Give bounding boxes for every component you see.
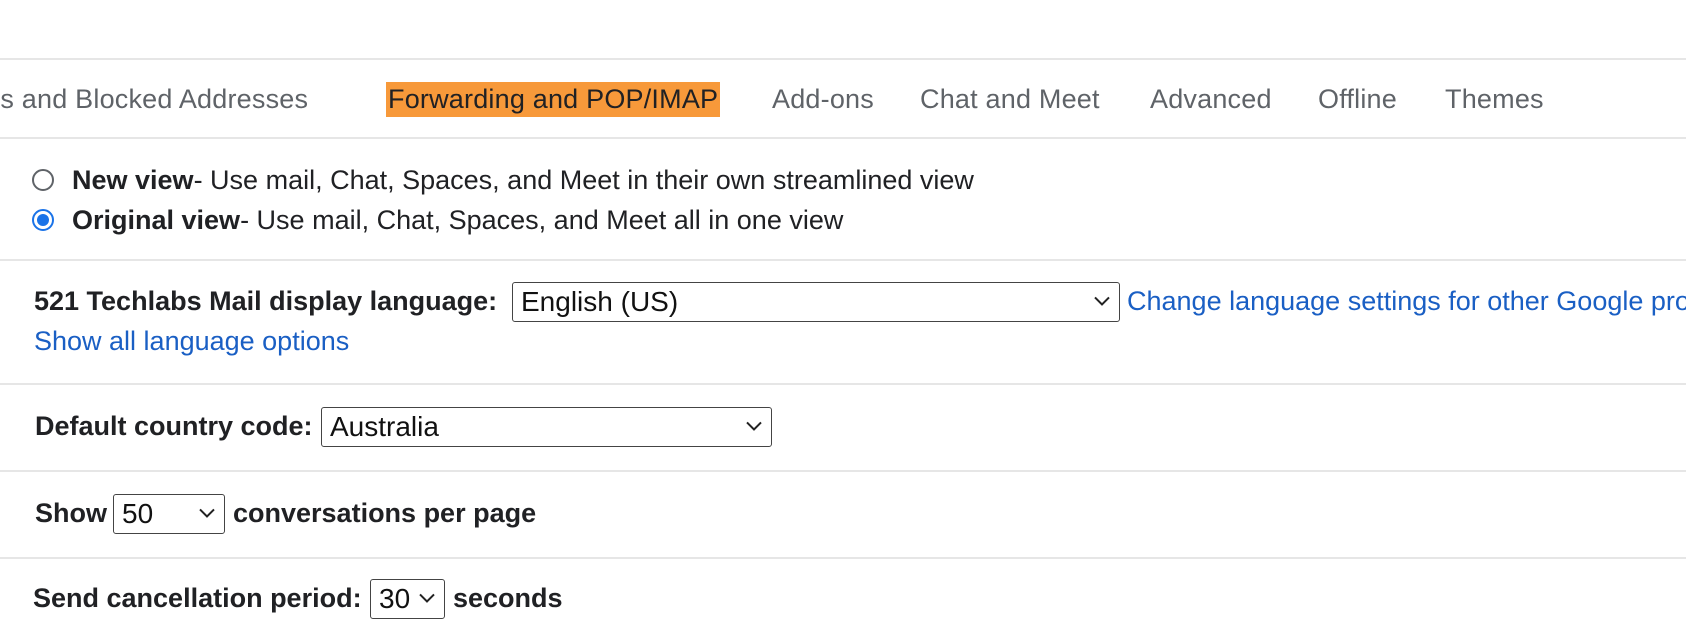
original-view-radio[interactable] [32, 209, 54, 231]
undo-send-select[interactable]: 30 [370, 579, 445, 619]
original-view-description: - Use mail, Chat, Spaces, and Meet all i… [240, 204, 844, 235]
page-size-suffix: conversations per page [233, 498, 537, 528]
tab-forwarding-pop-imap[interactable]: Forwarding and POP/IMAP [386, 82, 721, 117]
original-view-option[interactable]: Original view - Use mail, Chat, Spaces, … [32, 200, 843, 240]
tab-chat-and-meet[interactable]: Chat and Meet [920, 82, 1100, 117]
new-view-title: New view [72, 164, 194, 195]
undo-send-label: Send cancellation period: [33, 583, 362, 613]
country-code-select[interactable]: Australia [321, 407, 772, 447]
original-view-title: Original view [72, 204, 241, 235]
tab-themes[interactable]: Themes [1445, 82, 1544, 117]
tab-offline[interactable]: Offline [1318, 82, 1397, 117]
page-size-divider [0, 557, 1686, 559]
change-language-link[interactable]: Change language settings for other Googl… [1127, 286, 1686, 317]
chevron-down-icon [1094, 296, 1110, 306]
new-view-option[interactable]: New view - Use mail, Chat, Spaces, and M… [32, 160, 974, 200]
chevron-down-icon [746, 421, 762, 431]
display-language-label: 521 Techlabs Mail display language: [34, 286, 498, 316]
tab-add-ons[interactable]: Add-ons [772, 82, 874, 117]
chevron-down-icon [199, 508, 215, 518]
top-divider [0, 58, 1686, 60]
view-divider [0, 259, 1686, 261]
country-code-label: Default country code: [35, 411, 313, 441]
tab-filters-blocked[interactable]: ers and Blocked Addresses [0, 82, 308, 117]
page-size-value: 50 [122, 498, 154, 529]
tab-advanced[interactable]: Advanced [1150, 82, 1272, 117]
new-view-radio[interactable] [32, 169, 54, 191]
language-divider [0, 383, 1686, 385]
country-divider [0, 470, 1686, 472]
show-all-languages-link[interactable]: Show all language options [34, 326, 349, 357]
undo-send-value: 30 [379, 583, 411, 614]
display-language-value: English (US) [521, 286, 679, 317]
page-size-select[interactable]: 50 [113, 494, 225, 534]
display-language-select[interactable]: English (US) [512, 282, 1120, 322]
page-size-prefix: Show [35, 498, 107, 528]
tabs-divider [0, 137, 1686, 139]
chevron-down-icon [419, 593, 435, 603]
new-view-description: - Use mail, Chat, Spaces, and Meet in th… [193, 164, 974, 195]
country-code-value: Australia [330, 411, 439, 442]
undo-send-suffix: seconds [453, 583, 563, 613]
